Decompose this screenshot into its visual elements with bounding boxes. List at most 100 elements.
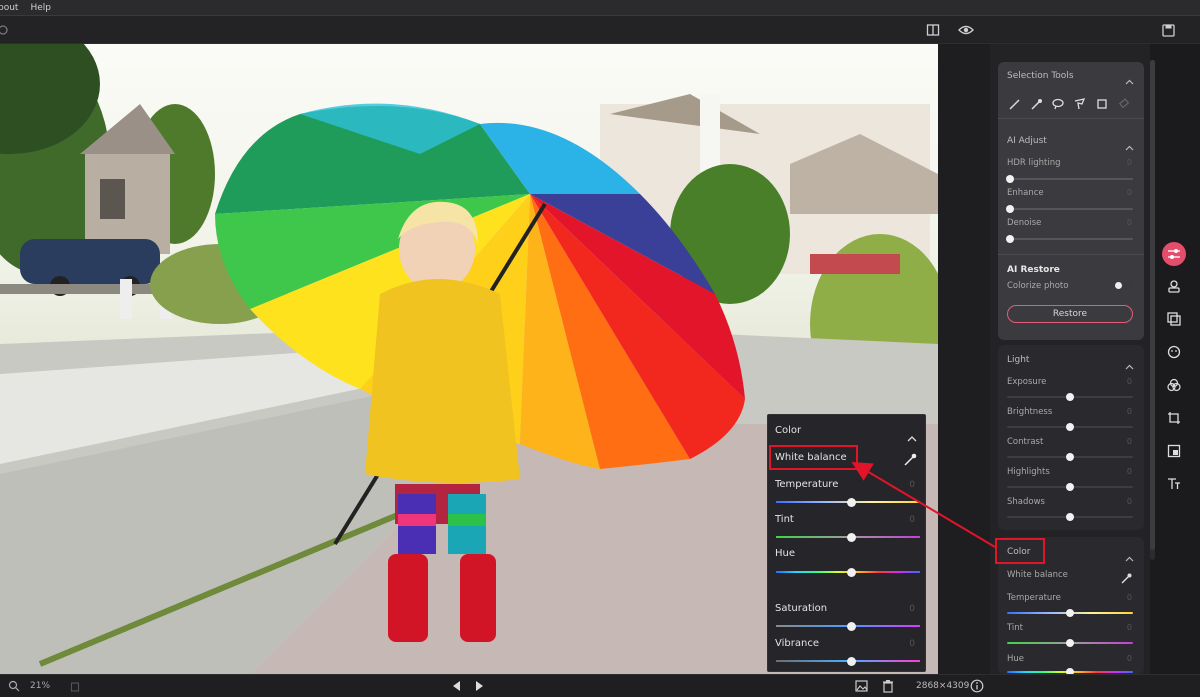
- menu-item-about[interactable]: bout: [0, 3, 18, 13]
- slider-knob[interactable]: [1006, 205, 1014, 213]
- slider-knob[interactable]: [1066, 423, 1074, 431]
- brush-tool-icon[interactable]: [1008, 95, 1020, 114]
- shadows-slider[interactable]: [1007, 513, 1133, 521]
- photo-editor-window: bout Help Selection Tools AI Adjust HDR …: [0, 0, 1200, 697]
- exposure-slider[interactable]: [1007, 393, 1133, 401]
- hdr-lighting-value: 0: [1126, 158, 1132, 167]
- color-card: Color White balance Temperature 0 Tint 0…: [998, 537, 1144, 676]
- rect-select-icon[interactable]: [1096, 95, 1108, 114]
- compare-icon[interactable]: [924, 21, 942, 39]
- tint-value: 0: [1126, 623, 1132, 632]
- light-title: Light: [1007, 355, 1030, 365]
- slider-knob[interactable]: [847, 656, 856, 666]
- adjust-sliders-icon[interactable]: [1162, 242, 1186, 266]
- save-icon[interactable]: [1159, 21, 1177, 39]
- popup-hue-slider[interactable]: [776, 567, 920, 577]
- slider-knob[interactable]: [1066, 453, 1074, 461]
- face-icon[interactable]: [1162, 340, 1186, 364]
- slider-knob[interactable]: [1066, 513, 1074, 521]
- tint-slider[interactable]: [1007, 639, 1133, 647]
- scroll-thumb[interactable]: [1150, 60, 1155, 550]
- popup-white-balance-label: White balance: [775, 452, 847, 463]
- lasso-icon[interactable]: [1052, 95, 1064, 114]
- slider-knob[interactable]: [847, 621, 856, 631]
- hue-value: 0: [1126, 654, 1132, 663]
- restore-button[interactable]: Restore: [1007, 305, 1133, 323]
- selection-tools-title: Selection Tools: [1007, 71, 1074, 81]
- enhance-slider[interactable]: [1006, 205, 1133, 213]
- effects-icon[interactable]: [1162, 373, 1186, 397]
- slider-knob[interactable]: [1066, 609, 1074, 617]
- contrast-slider[interactable]: [1007, 453, 1133, 461]
- highlights-label: Highlights: [1007, 467, 1050, 477]
- slider-knob[interactable]: [1066, 393, 1074, 401]
- temperature-value: 0: [1126, 593, 1132, 602]
- polygon-lasso-icon[interactable]: [1074, 95, 1086, 114]
- temperature-slider[interactable]: [1007, 609, 1133, 617]
- delete-icon[interactable]: [882, 679, 894, 696]
- hdr-lighting-slider[interactable]: [1006, 175, 1133, 183]
- divider: [998, 118, 1144, 119]
- chevron-up-icon[interactable]: [1125, 70, 1134, 89]
- preview-eye-icon[interactable]: [957, 21, 975, 39]
- slider-knob[interactable]: [1066, 639, 1074, 647]
- image-icon[interactable]: [855, 680, 868, 695]
- contrast-label: Contrast: [1007, 437, 1044, 447]
- text-tool-icon[interactable]: [1162, 472, 1186, 496]
- popup-vibrance-value: 0: [909, 639, 915, 649]
- zoom-level[interactable]: 21%: [30, 681, 50, 691]
- chevron-up-icon[interactable]: [1125, 547, 1134, 566]
- denoise-slider[interactable]: [1006, 235, 1133, 243]
- portrait-icon[interactable]: [1162, 274, 1186, 298]
- popup-tint-slider[interactable]: [776, 532, 920, 542]
- hdr-lighting-label: HDR lighting: [1007, 158, 1061, 168]
- image-dimensions: 2868×4309: [916, 681, 970, 691]
- eyedropper-icon[interactable]: [1121, 569, 1132, 588]
- menu-item-help[interactable]: Help: [30, 3, 51, 13]
- panel-scrollbar[interactable]: [1150, 60, 1155, 560]
- slider-knob[interactable]: [847, 532, 856, 542]
- resize-icon[interactable]: [1162, 439, 1186, 463]
- chevron-up-icon[interactable]: [1125, 355, 1134, 374]
- hue-slider[interactable]: [1007, 668, 1133, 676]
- popup-temperature-slider[interactable]: [776, 497, 920, 507]
- colorize-toggle[interactable]: [1114, 281, 1132, 290]
- popup-saturation-value: 0: [909, 604, 915, 614]
- menu-bar: bout Help: [0, 0, 1200, 16]
- brightness-label: Brightness: [1007, 407, 1053, 417]
- exposure-label: Exposure: [1007, 377, 1047, 387]
- info-icon[interactable]: [970, 679, 984, 696]
- eyedropper-icon[interactable]: [904, 451, 917, 470]
- chevron-up-icon[interactable]: [1125, 136, 1134, 155]
- contrast-value: 0: [1126, 437, 1132, 446]
- trash-icon-disabled: [70, 680, 80, 695]
- layers-icon[interactable]: [1162, 307, 1186, 331]
- zoom-out-icon[interactable]: [8, 680, 20, 695]
- previous-image-icon[interactable]: [451, 680, 461, 695]
- popup-vibrance-slider[interactable]: [776, 656, 920, 666]
- refresh-icon[interactable]: [0, 21, 12, 39]
- magic-wand-icon[interactable]: [1030, 95, 1042, 114]
- toggle-knob: [1115, 282, 1122, 289]
- denoise-value: 0: [1126, 218, 1132, 227]
- brightness-slider[interactable]: [1007, 423, 1133, 431]
- popup-temperature-label: Temperature: [775, 479, 839, 490]
- popup-vibrance-label: Vibrance: [775, 638, 819, 649]
- slider-knob[interactable]: [1006, 175, 1014, 183]
- highlights-slider[interactable]: [1007, 483, 1133, 491]
- crop-icon[interactable]: [1162, 406, 1186, 430]
- next-image-icon[interactable]: [475, 680, 485, 695]
- top-toolbar: [0, 16, 1200, 44]
- slider-knob[interactable]: [847, 567, 856, 577]
- denoise-label: Denoise: [1007, 218, 1042, 228]
- eraser-icon[interactable]: [1118, 95, 1130, 114]
- slider-knob[interactable]: [1066, 483, 1074, 491]
- temperature-label: Temperature: [1007, 593, 1061, 603]
- light-card: Light Exposure 0 Brightness 0 Contrast 0…: [998, 345, 1144, 530]
- popup-temperature-value: 0: [909, 480, 915, 490]
- slider-knob[interactable]: [1006, 235, 1014, 243]
- slider-knob[interactable]: [847, 497, 856, 507]
- chevron-up-icon[interactable]: [907, 427, 917, 446]
- ai-adjust-title: AI Adjust: [1007, 136, 1047, 146]
- popup-saturation-slider[interactable]: [776, 621, 920, 631]
